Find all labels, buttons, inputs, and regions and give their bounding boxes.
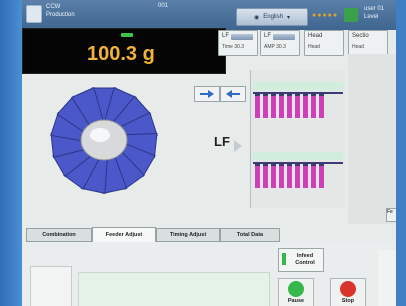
column-lf-time[interactable]: LF Time 30.3: [218, 30, 258, 56]
tab-bar: Combination Feeder Adjust Timing Adjust …: [22, 226, 396, 243]
column-label: Sectio: [352, 33, 369, 39]
feeder-row-upper: [253, 82, 343, 130]
user-icon[interactable]: [344, 8, 358, 22]
feeder-bar-7[interactable]: [303, 94, 308, 118]
app-name-line2: Production: [46, 12, 75, 18]
column-label: LF: [264, 33, 272, 39]
feeder-status-panel: [250, 70, 345, 208]
language-label: English: [263, 14, 283, 20]
device-bezel-right: [396, 0, 406, 306]
stop-icon: [340, 281, 356, 297]
column-value: Head: [308, 44, 320, 50]
pointer-arrow-icon: [234, 140, 242, 152]
feeder-bar-11[interactable]: [263, 164, 268, 188]
feeder-bar-13[interactable]: [279, 164, 284, 188]
column-label: LF: [222, 33, 230, 39]
tab-timing-adjust[interactable]: Timing Adjust: [156, 228, 220, 242]
infeed-control-label: Infeed Control: [295, 253, 315, 266]
feeder-bar-4[interactable]: [279, 94, 284, 118]
tab-feeder-adjust[interactable]: Feeder Adjust: [92, 227, 156, 243]
feeder-bar-6[interactable]: [295, 94, 300, 118]
globe-icon: ◉: [254, 14, 260, 21]
column-value: Head: [352, 44, 364, 50]
move-right-button[interactable]: [194, 86, 220, 102]
app-icon: [26, 5, 42, 23]
feeder-bar-17[interactable]: [311, 164, 316, 188]
infeed-control-button[interactable]: Infeed Control: [278, 248, 324, 272]
feeder-bar-12[interactable]: [271, 164, 276, 188]
feeder-bar-3[interactable]: [271, 94, 276, 118]
app-name-line1: CCW: [46, 4, 61, 10]
left-control-box[interactable]: [30, 266, 72, 306]
feeder-row-lower: [253, 152, 343, 200]
feeder-bar-15[interactable]: [295, 164, 300, 188]
arrow-icon: [231, 34, 253, 40]
side-panel: [348, 54, 396, 224]
pause-button[interactable]: Pause: [278, 278, 314, 306]
feeder-bar-9[interactable]: [319, 94, 324, 118]
column-value: AMP 30.3: [264, 44, 286, 50]
status-strip: [253, 82, 343, 90]
move-left-button[interactable]: [220, 86, 246, 102]
right-control-box[interactable]: [378, 250, 396, 306]
feeder-bar-10[interactable]: [255, 164, 260, 188]
top-status-bar: CCW Production 001 ◉ English ▾ ●●●●● use…: [22, 0, 396, 30]
app-count: 001: [158, 3, 169, 9]
status-strip: [253, 152, 343, 160]
arrow-icon: [273, 34, 295, 40]
tab-combination[interactable]: Combination: [26, 228, 92, 242]
column-label: Head: [308, 33, 323, 39]
stop-button[interactable]: Stop: [330, 278, 366, 306]
hmi-screen: CCW Production 001 ◉ English ▾ ●●●●● use…: [22, 0, 396, 306]
app-name: CCW Production: [46, 3, 75, 19]
language-button[interactable]: ◉ English ▾: [236, 8, 308, 26]
column-section[interactable]: Sectio Head: [348, 30, 388, 56]
arrow-right-icon: [200, 90, 214, 98]
stop-label: Stop: [341, 298, 355, 304]
feeder-bar-8[interactable]: [311, 94, 316, 118]
weight-display: 100.3 g: [22, 28, 226, 74]
status-led-icon: [282, 253, 286, 265]
column-lf-amp[interactable]: LF AMP 30.3: [260, 30, 300, 56]
pause-label: Pause: [287, 298, 305, 304]
column-head[interactable]: Head Head: [304, 30, 344, 56]
feeder-tag[interactable]: Fe: [386, 208, 396, 222]
bottom-control-area: Infeed Control Pause Stop: [22, 242, 396, 306]
status-dots-icon: ●●●●●: [312, 12, 339, 19]
chevron-down-icon: ▾: [286, 14, 290, 21]
feeder-bar-14[interactable]: [287, 164, 292, 188]
weight-value: 100.3 g: [87, 43, 155, 65]
feeder-bar-16[interactable]: [303, 164, 308, 188]
lf-selection-label: LF: [214, 134, 230, 149]
feeder-bar-18[interactable]: [319, 164, 324, 188]
device-bezel-left: [0, 0, 22, 306]
combination-weigher-icon[interactable]: [40, 82, 180, 202]
pause-icon: [288, 281, 304, 297]
feeder-bar-2[interactable]: [263, 94, 268, 118]
feeder-bar-1[interactable]: [255, 94, 260, 118]
feeder-bar-5[interactable]: [287, 94, 292, 118]
column-value: Time 30.3: [222, 44, 245, 50]
message-bar: [78, 272, 270, 306]
arrow-left-icon: [226, 90, 240, 98]
tab-total-data[interactable]: Total Data: [220, 228, 280, 242]
user-level: Level: [364, 14, 379, 20]
user-info: user 01 Level: [364, 5, 384, 21]
user-name: user 01: [364, 6, 385, 12]
stable-indicator: [121, 33, 133, 37]
